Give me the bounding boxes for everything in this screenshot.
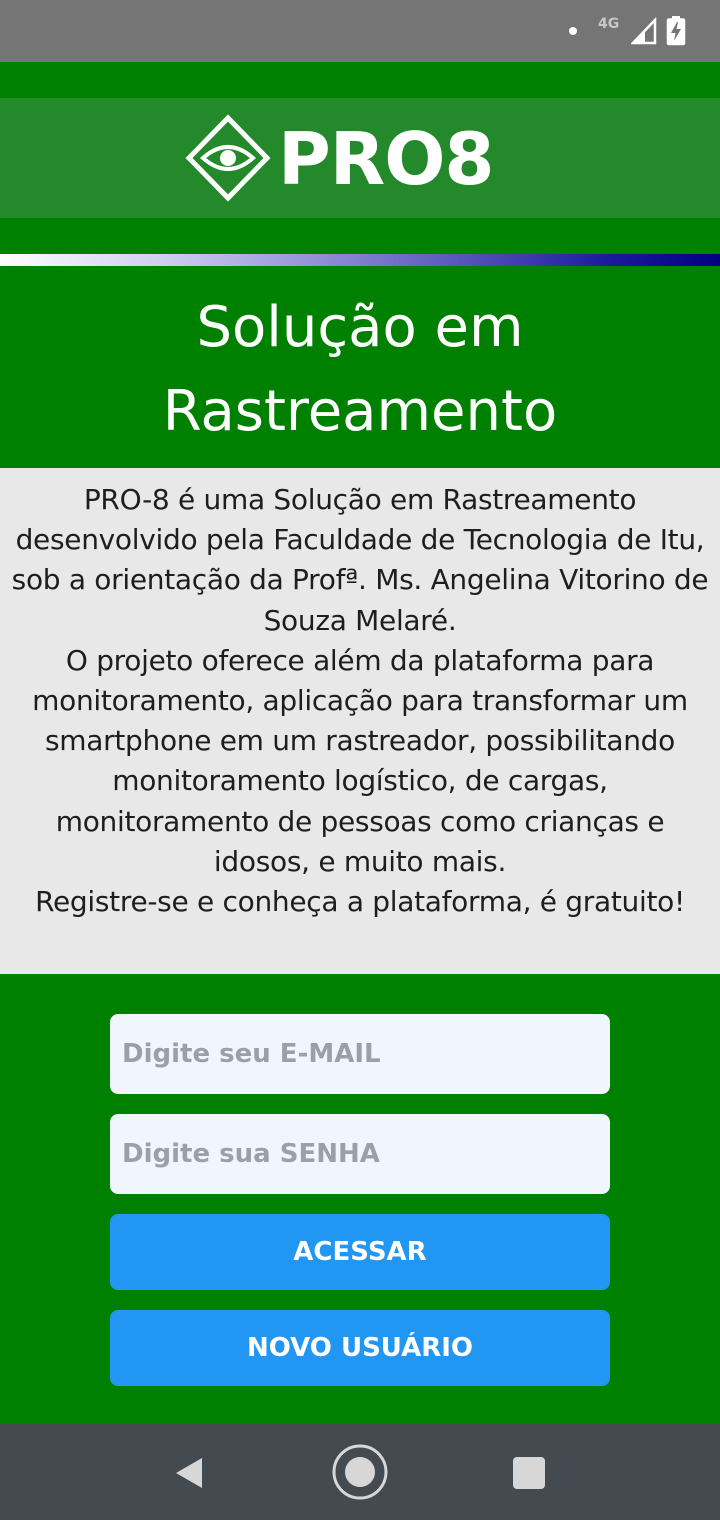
- email-input[interactable]: [110, 1014, 610, 1094]
- network-type-label: 4G: [598, 16, 620, 32]
- logo: PRO8: [185, 114, 495, 202]
- page-title: Solução em Rastreamento: [162, 295, 558, 444]
- recents-icon[interactable]: [513, 1457, 545, 1489]
- home-icon[interactable]: [331, 1443, 389, 1501]
- description-text: PRO-8 é uma Solução em Rastreamento dese…: [11, 483, 709, 919]
- signal-icon: [631, 17, 657, 45]
- eye-diamond-icon: [185, 114, 271, 202]
- new-user-button[interactable]: NOVO USUÁRIO: [110, 1310, 610, 1386]
- status-bar: 4G: [0, 0, 720, 62]
- notification-dot-icon: [569, 27, 577, 35]
- back-icon[interactable]: [172, 1456, 206, 1490]
- battery-charging-icon: [666, 16, 686, 46]
- password-input[interactable]: [110, 1114, 610, 1194]
- logo-text: PRO8: [278, 117, 494, 201]
- login-button[interactable]: ACESSAR: [110, 1214, 610, 1290]
- gradient-divider: [0, 254, 720, 266]
